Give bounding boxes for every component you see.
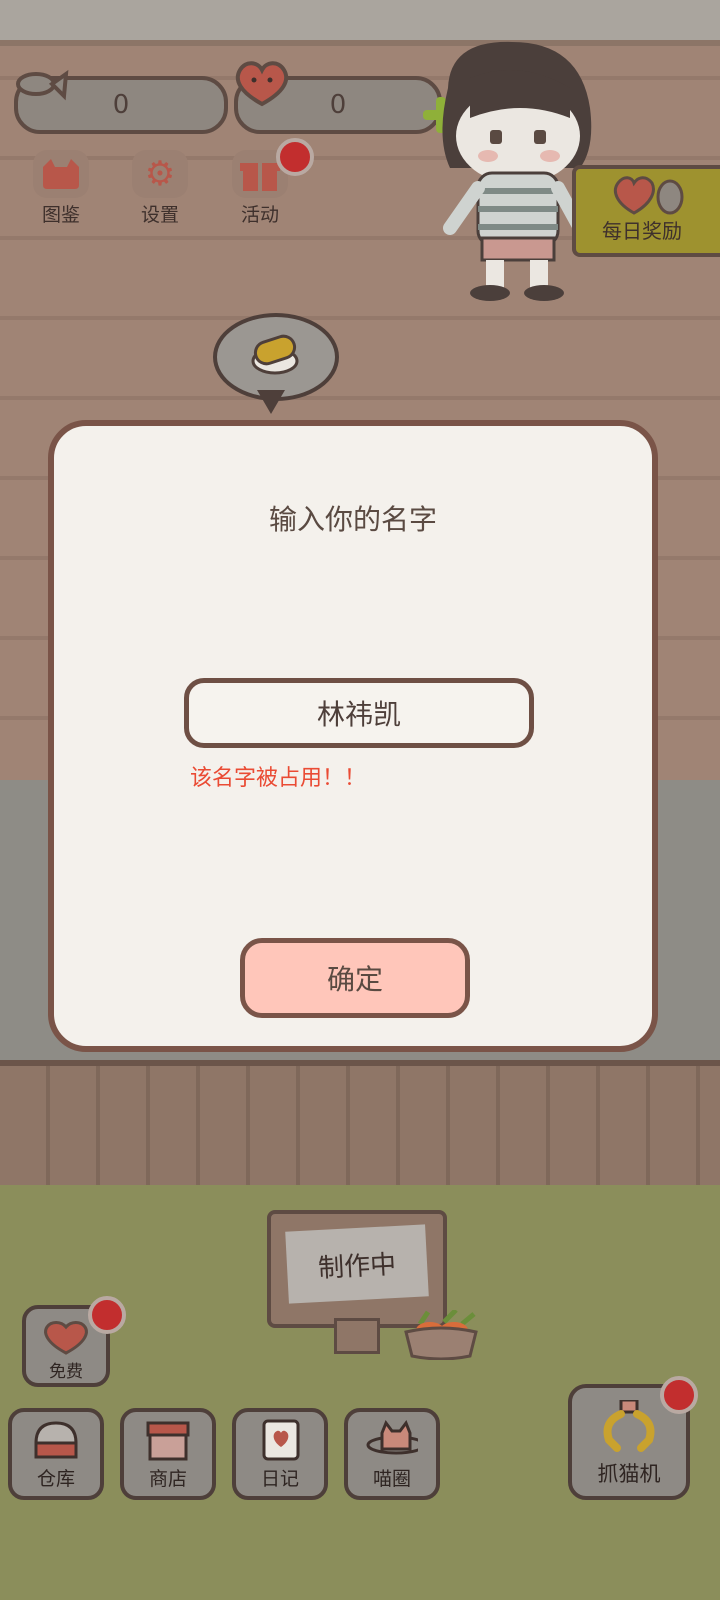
speech-bubble[interactable] [213,313,339,401]
making-sign-label: 制作中 [285,1224,429,1304]
menu-label-collection: 图鉴 [41,204,80,226]
window-strip [0,0,720,46]
fish-icon [16,69,69,101]
nav-cat-circle-button[interactable]: 喵圈 [344,1408,440,1500]
fish-count: 0 [112,90,130,120]
gear-icon: ⚙ [132,150,188,198]
notification-dot [88,1296,126,1334]
menu-button-collection[interactable]: 图鉴 [18,150,104,226]
storage-pot-icon [30,1418,82,1462]
name-taken-error: 该名字被占用！！ [190,766,367,791]
game-scene: 0 0 图鉴 ⚙ 设置 活动 每日奖励 制作中 免费 仓库 商店 日记 喵圈 抓… [0,0,720,1600]
claw-icon [603,1400,655,1452]
free-label: 免费 [49,1362,83,1382]
notification-dot [276,138,314,176]
daily-reward-button[interactable]: 每日奖励 [572,165,720,257]
menu-label-events: 活动 [240,204,279,226]
nav-diary-label: 日记 [260,1468,299,1490]
diary-icon [254,1418,306,1462]
heart-face-icon [44,1321,88,1355]
sign-post [334,1318,380,1354]
carrot-basket-icon [404,1310,478,1360]
nav-diary-button[interactable]: 日记 [232,1408,328,1500]
claw-machine-label: 抓猫机 [597,1462,661,1486]
speech-bubble-tail [257,390,285,414]
nav-storage-label: 仓库 [36,1468,75,1490]
notification-dot [660,1376,698,1414]
heart-count: 0 [329,90,347,120]
menu-button-settings[interactable]: ⚙ 设置 [117,150,203,226]
nav-shop-label: 商店 [148,1468,187,1490]
reward-icons [613,176,684,215]
daily-reward-label: 每日奖励 [602,219,682,243]
nav-shop-button[interactable]: 商店 [120,1408,216,1500]
name-input-field[interactable] [184,678,534,748]
shop-icon [142,1418,194,1462]
cat-planet-icon [366,1418,418,1462]
confirm-label: 确定 [326,963,383,996]
dialog-title: 输入你的名字 [268,503,437,536]
cat-face-icon [33,150,89,198]
sushi-icon [251,334,299,375]
nav-cat-circle-label: 喵圈 [372,1468,411,1490]
name-input-dialog: 输入你的名字 该名字被占用！！ 确定 [48,420,658,1052]
heart-face-icon [235,61,289,107]
confirm-button[interactable]: 确定 [240,938,470,1018]
menu-label-settings: 设置 [140,204,179,226]
wooden-porch [0,1060,720,1196]
nav-storage-button[interactable]: 仓库 [8,1408,104,1500]
